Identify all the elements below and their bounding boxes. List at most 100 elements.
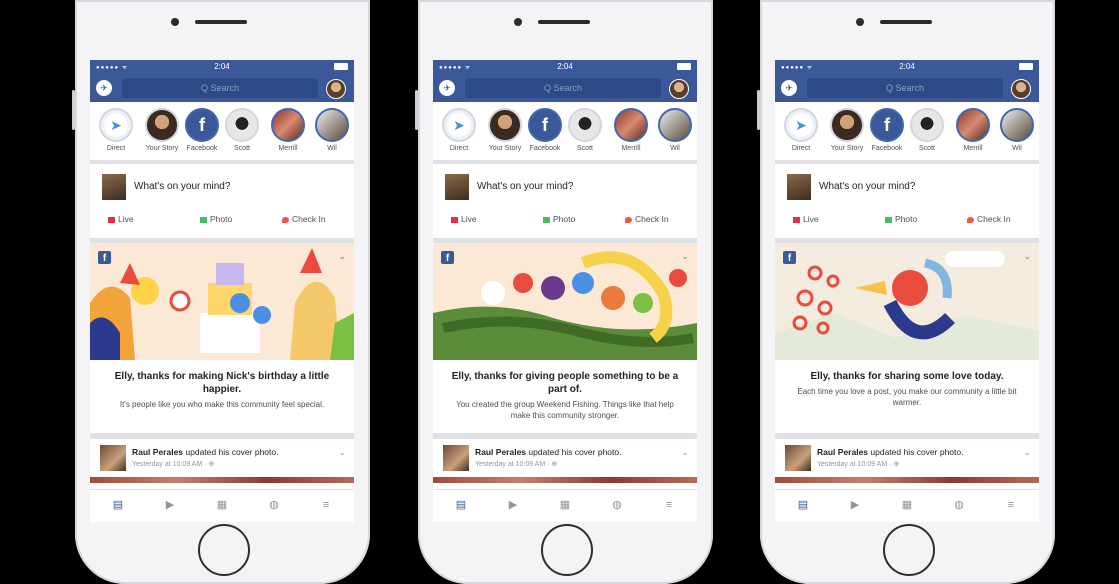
story-scott[interactable]: Scott (222, 108, 262, 152)
profile-avatar[interactable] (1011, 79, 1031, 99)
earpiece-speaker (880, 20, 932, 24)
live-button[interactable]: Live (451, 214, 477, 224)
phone-3: ●●●●● ᯤ 2:04 ✈ Q Search ➤ Direct Your Sto… (757, 0, 1055, 584)
story-merrill[interactable]: Merrill (611, 108, 651, 152)
menu-icon[interactable]: ≡ (318, 498, 334, 512)
search-input[interactable]: Q Search (807, 78, 1003, 98)
story-scott[interactable]: Scott (907, 108, 947, 152)
facebook-icon: f (528, 108, 562, 142)
story-wil[interactable]: Wil (312, 108, 352, 152)
direct-icon: ➤ (784, 108, 818, 142)
celebration-card: f ⌄ Elly, thanks for making Nick's birth… (90, 243, 354, 439)
bottom-tab-bar: ▤ ▶ ▦ ◍ ≡ (90, 489, 354, 522)
photo-icon (885, 216, 892, 223)
avatar (225, 108, 259, 142)
feed-post[interactable]: Raul Perales updated his cover photo. Ye… (90, 439, 354, 477)
composer: What's on your mind? Live Photo Check In (90, 164, 354, 243)
story-your-story[interactable]: Your Story (142, 108, 182, 152)
search-input[interactable]: Q Search (465, 78, 661, 98)
checkin-button[interactable]: Check In (967, 214, 1011, 224)
feed-post[interactable]: Raul Perales updated his cover photo. Ye… (433, 439, 697, 477)
live-button[interactable]: Live (793, 214, 819, 224)
composer: What's on your mind? Live Photo Check In (775, 164, 1039, 243)
phone-screen: ●●●●● ᯤ 2:04 ✈ Q Search ➤ Direct Your Sto… (90, 60, 354, 522)
chevron-down-icon[interactable]: ⌄ (681, 251, 689, 262)
card-subtitle: You created the group Weekend Fishing. T… (456, 400, 674, 420)
news-feed-tab-icon[interactable]: ▤ (110, 498, 126, 512)
search-input[interactable]: Q Search (122, 78, 318, 98)
messenger-icon[interactable]: ✈ (439, 80, 455, 96)
video-tab-icon[interactable]: ▶ (847, 498, 863, 512)
globe-notifications-icon[interactable]: ◍ (609, 498, 625, 512)
cover-photo-preview (775, 477, 1039, 483)
avatar (145, 108, 179, 142)
chevron-down-icon[interactable]: ⌄ (1023, 251, 1031, 262)
story-merrill[interactable]: Merrill (268, 108, 308, 152)
video-tab-icon[interactable]: ▶ (505, 498, 521, 512)
post-author[interactable]: Raul Perales (132, 447, 183, 457)
photo-button[interactable]: Photo (543, 214, 575, 224)
messenger-icon[interactable]: ✈ (781, 80, 797, 96)
stories-tray: ➤ Direct Your Story f Facebook Scott Merri… (775, 102, 1039, 164)
marketplace-tab-icon[interactable]: ▦ (899, 498, 915, 512)
checkin-button[interactable]: Check In (282, 214, 326, 224)
story-wil[interactable]: Wil (655, 108, 695, 152)
cover-photo-preview (433, 477, 697, 483)
composer-prompt[interactable]: What's on your mind? (134, 181, 230, 192)
post-header: Raul Perales updated his cover photo. (817, 447, 964, 457)
news-feed-tab-icon[interactable]: ▤ (795, 498, 811, 512)
live-button[interactable]: Live (108, 214, 134, 224)
post-author[interactable]: Raul Perales (475, 447, 526, 457)
globe-notifications-icon[interactable]: ◍ (951, 498, 967, 512)
story-direct[interactable]: ➤ Direct (781, 108, 821, 152)
photo-button[interactable]: Photo (200, 214, 232, 224)
checkin-button[interactable]: Check In (625, 214, 669, 224)
story-scott[interactable]: Scott (565, 108, 605, 152)
feed-post[interactable]: Raul Perales updated his cover photo. Ye… (775, 439, 1039, 477)
chevron-down-icon[interactable]: ⌄ (1023, 447, 1031, 458)
phone-side-button (757, 90, 760, 130)
chevron-down-icon[interactable]: ⌄ (681, 447, 689, 458)
marketplace-tab-icon[interactable]: ▦ (214, 498, 230, 512)
story-your-story[interactable]: Your Story (485, 108, 525, 152)
marketplace-tab-icon[interactable]: ▦ (557, 498, 573, 512)
live-icon (108, 216, 115, 223)
story-facebook[interactable]: f Facebook (867, 108, 907, 152)
menu-icon[interactable]: ≡ (1003, 498, 1019, 512)
home-button[interactable] (883, 524, 935, 576)
story-merrill[interactable]: Merrill (953, 108, 993, 152)
story-wil[interactable]: Wil (997, 108, 1037, 152)
story-direct[interactable]: ➤ Direct (439, 108, 479, 152)
story-facebook[interactable]: f Facebook (525, 108, 565, 152)
news-feed-tab-icon[interactable]: ▤ (453, 498, 469, 512)
menu-icon[interactable]: ≡ (661, 498, 677, 512)
card-title: Elly, thanks for giving people something… (451, 371, 679, 395)
avatar (568, 108, 602, 142)
composer-prompt[interactable]: What's on your mind? (477, 181, 573, 192)
avatar (830, 108, 864, 142)
globe-notifications-icon[interactable]: ◍ (266, 498, 282, 512)
photo-icon (543, 216, 550, 223)
story-direct[interactable]: ➤ Direct (96, 108, 136, 152)
post-author[interactable]: Raul Perales (817, 447, 868, 457)
card-illustration: f ⌄ (90, 243, 354, 360)
phone-screen: ●●●●● ᯤ 2:04 ✈ Q Search ➤ Direct Your Sto… (775, 60, 1039, 522)
chevron-down-icon[interactable]: ⌄ (338, 251, 346, 262)
story-facebook[interactable]: f Facebook (182, 108, 222, 152)
status-bar: ●●●●● ᯤ 2:04 (775, 60, 1039, 74)
facebook-icon: f (185, 108, 219, 142)
story-your-story[interactable]: Your Story (827, 108, 867, 152)
video-tab-icon[interactable]: ▶ (162, 498, 178, 512)
phone-1: ●●●●● ᯤ 2:04 ✈ Q Search ➤ Direct Your Sto… (72, 0, 370, 584)
birthday-illustration (90, 248, 354, 360)
messenger-icon[interactable]: ✈ (96, 80, 112, 96)
profile-avatar[interactable] (326, 79, 346, 99)
photo-button[interactable]: Photo (885, 214, 917, 224)
home-button[interactable] (198, 524, 250, 576)
composer-prompt[interactable]: What's on your mind? (819, 181, 915, 192)
post-timestamp: Yesterday at 10:09 AM · ⊕ (132, 461, 215, 468)
chevron-down-icon[interactable]: ⌄ (338, 447, 346, 458)
phone-side-button (72, 90, 75, 130)
profile-avatar[interactable] (669, 79, 689, 99)
home-button[interactable] (541, 524, 593, 576)
